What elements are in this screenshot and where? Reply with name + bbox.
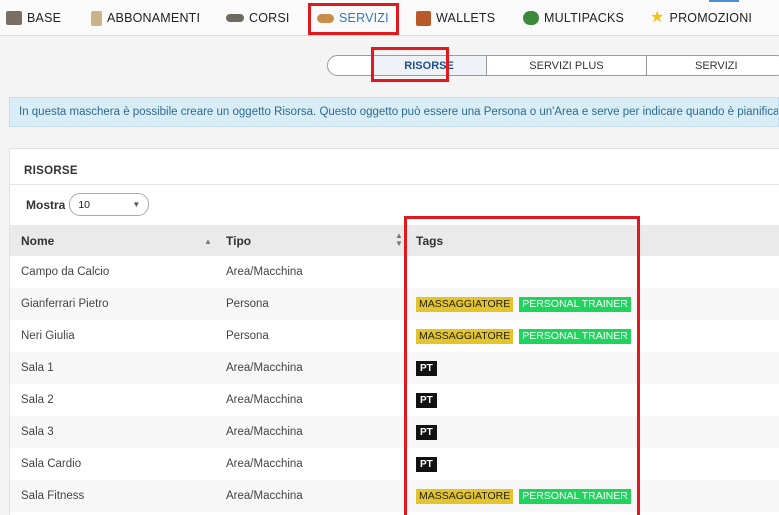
- cell-tipo: Persona: [226, 330, 269, 342]
- tag-personal-trainer: PERSONAL TRAINER: [519, 328, 631, 344]
- tag-personal-trainer: PERSONAL TRAINER: [519, 488, 631, 504]
- column-header-tags: Tags: [416, 233, 444, 248]
- top-nav: BASE ABBONAMENTI CORSI SERVIZI WALLETS M…: [0, 0, 779, 36]
- tab-label: SERVIZI: [339, 11, 389, 25]
- cell-tags: MASSAGGIATORE PERSONAL TRAINER: [416, 480, 631, 512]
- cell-tipo: Area/Macchina: [226, 362, 303, 374]
- cell-tags: PT: [416, 384, 437, 416]
- tab-label: PROMOZIONI: [669, 11, 753, 25]
- cell-nome: Sala 3: [21, 426, 54, 438]
- tab-label: MULTIPACKS: [544, 11, 625, 25]
- subnav-tab-servizi[interactable]: SERVIZI: [647, 56, 779, 75]
- column-header-tipo[interactable]: Tipo: [226, 225, 251, 256]
- tag-pt: PT: [416, 360, 437, 376]
- subnav-segmented-control: RISORSE SERVIZI PLUS SERVIZI: [327, 55, 779, 76]
- cell-nome: Sala Cardio: [21, 458, 82, 470]
- table-row[interactable]: Sala 1 Area/Macchina PT: [10, 352, 779, 384]
- table-row[interactable]: Sala 2 Area/Macchina PT: [10, 384, 779, 416]
- cell-nome: Gianferrari Pietro: [21, 298, 109, 310]
- subnav-tab-servizi-plus[interactable]: SERVIZI PLUS: [487, 56, 647, 75]
- star-icon: ★: [650, 9, 665, 26]
- cell-nome: Neri Giulia: [21, 330, 75, 342]
- page-size-control: Mostra 10 ▼: [26, 193, 150, 216]
- cell-tipo: Area/Macchina: [226, 458, 303, 470]
- info-text: In questa maschera è possibile creare un…: [19, 106, 779, 118]
- tab-label: CORSI: [249, 11, 290, 25]
- cell-tags: MASSAGGIATORE PERSONAL TRAINER: [416, 288, 631, 320]
- tab-label: ABBONAMENTI: [107, 11, 201, 25]
- page-size-select[interactable]: 10 ▼: [69, 193, 150, 216]
- wallet-icon: [416, 10, 431, 26]
- table-row[interactable]: Sala 3 Area/Macchina PT: [10, 416, 779, 448]
- subnav-tab-risorse[interactable]: RISORSE: [371, 56, 488, 75]
- tab-base[interactable]: BASE: [6, 0, 61, 36]
- tab-promozioni[interactable]: ★ PROMOZIONI: [650, 0, 752, 36]
- cell-tags: PT: [416, 448, 437, 480]
- tab-label: WALLETS: [436, 11, 496, 25]
- page-size-value: 10: [78, 198, 91, 211]
- cell-tags: MASSAGGIATORE PERSONAL TRAINER: [416, 320, 631, 352]
- tag-massaggiatore: MASSAGGIATORE: [416, 296, 514, 312]
- tab-label: BASE: [27, 11, 62, 25]
- tab-corsi[interactable]: CORSI: [226, 0, 290, 36]
- table-row[interactable]: Sala Cardio Area/Macchina PT: [10, 448, 779, 480]
- package-icon: [523, 11, 539, 25]
- subnav-tab-first[interactable]: [328, 56, 372, 75]
- panel-title: RISORSE: [24, 165, 78, 177]
- tab-multipacks[interactable]: MULTIPACKS: [523, 0, 624, 36]
- divider: [10, 184, 779, 185]
- cell-tipo: Area/Macchina: [226, 394, 303, 406]
- mostra-label: Mostra: [26, 197, 66, 212]
- tab-abbonamenti[interactable]: ABBONAMENTI: [91, 0, 200, 36]
- hat-icon: [226, 14, 244, 22]
- table-row[interactable]: Neri Giulia Persona MASSAGGIATORE PERSONAL …: [10, 320, 779, 352]
- cell-nome: Campo da Calcio: [21, 266, 110, 278]
- tab-wallets[interactable]: WALLETS: [416, 0, 495, 36]
- tag-massaggiatore: MASSAGGIATORE: [416, 488, 514, 504]
- cell-tipo: Area/Macchina: [226, 490, 303, 502]
- handshake-icon: [317, 13, 334, 23]
- cell-tipo: Persona: [226, 298, 269, 310]
- chevron-down-icon: ▼: [132, 200, 141, 209]
- sort-asc-icon[interactable]: ▲: [204, 237, 212, 246]
- table-row[interactable]: Campo da Calcio Area/Macchina: [10, 256, 779, 288]
- cell-tags: PT: [416, 352, 437, 384]
- box-icon: [6, 11, 22, 25]
- cell-nome: Sala 1: [21, 362, 54, 374]
- column-header-nome[interactable]: Nome: [21, 225, 54, 256]
- resources-panel: RISORSE Mostra 10 ▼ Nome ▲ Tipo ▲ ▼ Tags …: [9, 148, 779, 515]
- card-icon: [91, 10, 102, 26]
- tag-pt: PT: [416, 424, 437, 440]
- table-row[interactable]: Sala Fitness Area/Macchina MASSAGGIATORE PE…: [10, 480, 779, 512]
- tab-servizi[interactable]: SERVIZI: [317, 0, 389, 36]
- cell-nome: Sala 2: [21, 394, 54, 406]
- info-banner: In questa maschera è possibile creare un…: [9, 97, 779, 127]
- sort-both-icon[interactable]: ▲ ▼: [395, 232, 403, 248]
- tag-personal-trainer: PERSONAL TRAINER: [519, 296, 631, 312]
- tag-pt: PT: [416, 392, 437, 408]
- tag-massaggiatore: MASSAGGIATORE: [416, 328, 514, 344]
- cell-nome: Sala Fitness: [21, 490, 85, 502]
- cell-tipo: Area/Macchina: [226, 266, 303, 278]
- cell-tipo: Area/Macchina: [226, 426, 303, 438]
- table-row[interactable]: Gianferrari Pietro Persona MASSAGGIATORE PE…: [10, 288, 779, 320]
- tag-pt: PT: [416, 456, 437, 472]
- table-header: Nome ▲ Tipo ▲ ▼ Tags: [10, 225, 779, 256]
- cell-tags: PT: [416, 416, 437, 448]
